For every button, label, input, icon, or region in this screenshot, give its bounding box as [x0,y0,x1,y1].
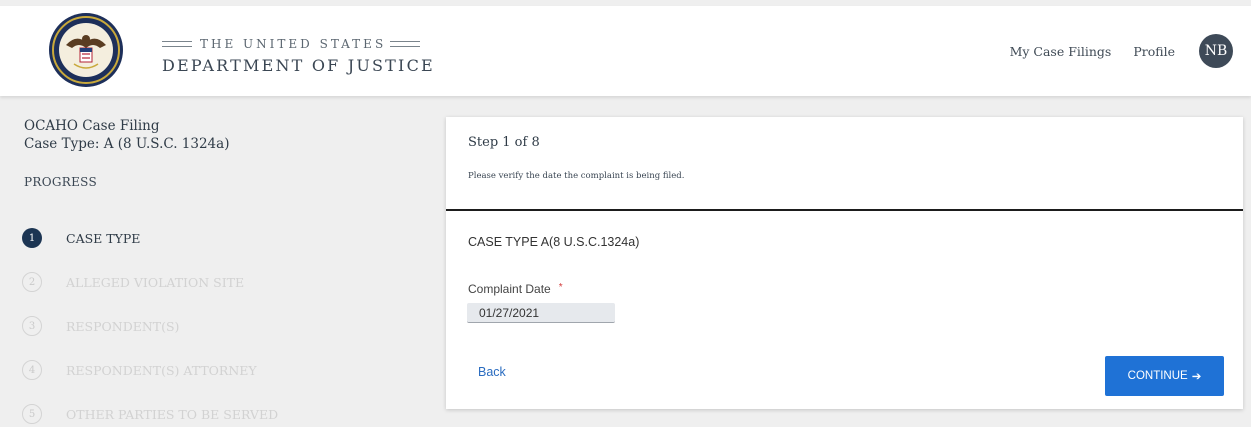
case-type-form-card: Step 1 of 8 Please verify the date the c… [446,117,1243,409]
step-number-badge: 4 [22,360,42,380]
progress-steps: 1 CASE TYPE 2 ALLEGED VIOLATION SITE 3 R… [22,227,278,427]
section-divider [446,209,1243,211]
progress-step-respondents-attorney: 4 RESPONDENT(S) ATTORNEY [22,359,278,381]
user-avatar[interactable]: NB [1199,34,1233,68]
case-type-heading: CASE TYPE A(8 U.S.C.1324a) [468,235,640,249]
continue-button[interactable]: CONTINUE ➔ [1105,356,1224,396]
complaint-date-input[interactable] [467,303,615,323]
filing-title: OCAHO Case Filing [24,118,160,134]
step-number-badge: 3 [22,316,42,336]
decorative-rule [390,41,421,47]
agency-wordmark[interactable]: THE UNITED STATES DEPARTMENT OF JUSTICE [162,36,435,75]
agency-line-2: DEPARTMENT OF JUSTICE [162,56,435,75]
nav-my-case-filings[interactable]: My Case Filings [1010,44,1112,59]
progress-heading: PROGRESS [24,175,97,189]
back-button[interactable]: Back [478,365,506,379]
site-header: THE UNITED STATES DEPARTMENT OF JUSTICE … [0,6,1251,96]
progress-step-respondents: 3 RESPONDENT(S) [22,315,278,337]
step-instruction: Please verify the date the complaint is … [468,171,685,181]
arrow-right-icon: ➔ [1191,371,1202,383]
step-number-badge: 5 [22,404,42,424]
complaint-date-label: Complaint Date * [468,282,563,296]
step-number-badge: 2 [22,272,42,292]
progress-sidebar: OCAHO Case Filing Case Type: A (8 U.S.C.… [0,96,440,427]
step-label: ALLEGED VIOLATION SITE [66,274,245,290]
agency-line-1-row: THE UNITED STATES [162,36,435,52]
progress-step-alleged-violation-site: 2 ALLEGED VIOLATION SITE [22,271,278,293]
complaint-date-label-text: Complaint Date [468,282,551,296]
step-label: CASE TYPE [66,230,141,246]
step-number-badge: 1 [22,228,42,248]
required-marker: * [558,282,563,293]
step-label: RESPONDENT(S) [66,318,180,334]
step-label: OTHER PARTIES TO BE SERVED [66,406,279,422]
case-type-summary: Case Type: A (8 U.S.C. 1324a) [24,136,230,152]
header-nav: My Case Filings Profile NB [1010,6,1233,96]
step-label: RESPONDENT(S) ATTORNEY [66,362,257,378]
decorative-rule [162,41,192,47]
page: THE UNITED STATES DEPARTMENT OF JUSTICE … [0,0,1251,427]
step-indicator: Step 1 of 8 [468,135,540,150]
progress-step-other-parties: 5 OTHER PARTIES TO BE SERVED [22,403,278,425]
progress-step-case-type[interactable]: 1 CASE TYPE [22,227,278,249]
continue-button-label: CONTINUE [1127,370,1188,382]
doj-seal-icon[interactable] [48,12,124,88]
nav-profile[interactable]: Profile [1133,44,1175,59]
agency-line-1: THE UNITED STATES [200,37,387,51]
